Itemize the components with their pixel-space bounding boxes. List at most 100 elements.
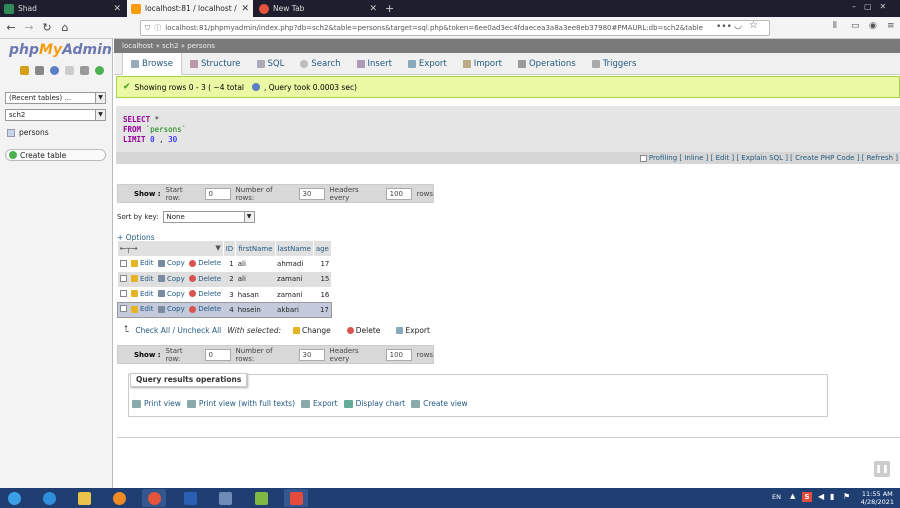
taskbar-ie[interactable] <box>37 489 61 507</box>
edit-link[interactable]: Edit <box>131 275 154 283</box>
copy-link[interactable]: Copy <box>158 259 185 267</box>
edit-link[interactable]: Edit <box>131 290 154 298</box>
show-hidden-icons-icon[interactable]: ▲ <box>790 492 795 500</box>
tab-browse[interactable]: Browse <box>122 52 182 75</box>
refresh-icon[interactable] <box>95 66 104 75</box>
start-button[interactable] <box>2 489 26 507</box>
row-checkbox[interactable] <box>120 304 127 312</box>
window-controls-icon[interactable]: –▢✕ <box>852 2 894 11</box>
profiling-checkbox[interactable] <box>639 154 647 162</box>
copy-link[interactable]: Copy <box>158 290 185 298</box>
sidebar-toggle-icon[interactable]: ▭ <box>851 21 860 31</box>
cell-firstname[interactable]: ali <box>235 256 276 272</box>
help-icon[interactable] <box>252 83 260 91</box>
cell-firstname[interactable]: hasan <box>235 287 276 303</box>
column-header-age[interactable]: age <box>313 241 332 257</box>
menu-icon[interactable]: ≡ <box>887 21 895 31</box>
display-chart-link[interactable]: Display chart <box>343 399 405 408</box>
bookmark-star-icon[interactable]: ☆ <box>749 20 758 31</box>
speaker-icon[interactable]: ◀ <box>818 492 824 501</box>
new-tab-plus-icon[interactable]: + <box>385 2 394 15</box>
taskbar-explorer[interactable] <box>72 489 96 507</box>
cell-age[interactable]: 17 <box>313 302 332 318</box>
network-icon[interactable]: ▮ <box>830 492 834 501</box>
logout-icon[interactable] <box>35 66 44 75</box>
headers-every-input[interactable]: 100 <box>385 187 412 200</box>
taskbar-app[interactable] <box>213 489 237 507</box>
database-select[interactable]: sch2 ▼ <box>5 109 106 121</box>
delete-link[interactable]: Delete <box>189 275 221 283</box>
back-arrow-icon[interactable]: ← <box>3 20 19 36</box>
row-checkbox[interactable] <box>119 290 127 298</box>
clock[interactable]: 11:55 AM 4/28/2021 <box>861 490 894 506</box>
edit-link[interactable]: Edit <box>131 259 154 267</box>
export-selected-button[interactable]: Export <box>396 326 430 335</box>
account-icon[interactable]: ◉ <box>869 21 877 31</box>
recent-tables-select[interactable]: (Recent tables) ... ▼ <box>5 92 106 104</box>
cell-id[interactable]: 4 <box>223 302 236 318</box>
export-link[interactable]: Export <box>301 399 338 408</box>
cell-id[interactable]: 2 <box>223 271 236 288</box>
language-indicator[interactable]: EN <box>772 493 781 501</box>
pocket-icon[interactable]: ◡ <box>734 21 742 31</box>
check-all-link[interactable]: Check All / Uncheck All <box>135 326 221 335</box>
shad-tray-icon[interactable]: S <box>802 492 812 502</box>
column-header-firstname[interactable]: firstName <box>235 241 276 257</box>
number-of-rows-input[interactable]: 30 <box>298 187 325 200</box>
cell-lastname[interactable]: zamani <box>275 287 314 303</box>
copy-link[interactable]: Copy <box>158 304 185 315</box>
tab-structure[interactable]: Structure <box>182 53 249 75</box>
create-table-button[interactable]: Create table <box>5 149 106 161</box>
close-tab-icon[interactable]: ✕ <box>113 4 121 14</box>
cell-age[interactable]: 15 <box>313 271 332 288</box>
arrow-right-icon[interactable]: → <box>131 244 138 253</box>
create-view-link[interactable]: Create view <box>411 399 468 408</box>
sort-triangle-icon[interactable]: ▼ <box>215 244 220 252</box>
show-label[interactable]: Show : <box>134 351 161 359</box>
cell-id[interactable]: 3 <box>223 287 236 303</box>
flag-icon[interactable]: ⚑ <box>843 492 850 501</box>
copy-link[interactable]: Copy <box>158 275 185 283</box>
cell-firstname[interactable]: ali <box>235 271 276 288</box>
docs-icon[interactable] <box>65 66 74 75</box>
tab-phpmyadmin[interactable]: localhost:81 / localhost / sch2 ✕ <box>127 0 253 17</box>
home-icon[interactable]: ⌂ <box>57 20 73 36</box>
cell-id[interactable]: 1 <box>223 256 236 272</box>
row-checkbox[interactable] <box>119 274 127 282</box>
column-header-id[interactable]: ID <box>223 241 237 257</box>
cell-age[interactable]: 17 <box>313 256 332 272</box>
tab-sql[interactable]: SQL <box>249 53 293 75</box>
tab-export[interactable]: Export <box>400 53 455 75</box>
cell-lastname[interactable]: akbari <box>275 302 314 318</box>
edit-link[interactable]: Edit <box>131 304 154 315</box>
page-actions-icon[interactable]: ••• <box>716 22 732 32</box>
sql-query-box[interactable]: SELECT * FROM `persons` LIMIT 0 , 30 <box>116 106 900 152</box>
tab-insert[interactable]: Insert <box>349 53 400 75</box>
print-view-full-link[interactable]: Print view (with full texts) <box>186 399 295 408</box>
delete-link[interactable]: Delete <box>189 304 221 315</box>
settings-gear-icon[interactable] <box>80 66 89 75</box>
tab-shad[interactable]: Shad ✕ <box>0 0 125 17</box>
phpmyadmin-logo[interactable]: phpMyAdmin <box>9 42 112 58</box>
row-checkbox[interactable] <box>119 259 127 267</box>
change-button[interactable]: Change <box>293 326 331 335</box>
taskbar-notepad[interactable] <box>249 489 273 507</box>
help-icon[interactable] <box>50 66 59 75</box>
headers-every-input[interactable]: 100 <box>385 348 412 361</box>
pause-icon[interactable]: ❚❚ <box>874 461 890 477</box>
cell-age[interactable]: 16 <box>313 287 332 303</box>
library-icon[interactable]: ⫴ <box>833 21 837 31</box>
print-view-link[interactable]: Print view <box>132 399 181 408</box>
number-of-rows-input[interactable]: 30 <box>298 348 325 361</box>
close-tab-icon[interactable]: ✕ <box>241 4 249 14</box>
cell-firstname[interactable]: hosein <box>235 302 276 318</box>
taskbar-media[interactable] <box>107 489 131 507</box>
forward-arrow-icon[interactable]: → <box>21 20 37 36</box>
tab-triggers[interactable]: Triggers <box>584 53 645 75</box>
tab-operations[interactable]: Operations <box>510 53 584 75</box>
start-row-input[interactable]: 0 <box>204 348 231 361</box>
sql-action-links[interactable]: Profiling [ Inline ] [ Edit ] [ Explain … <box>116 152 900 164</box>
column-header-lastname[interactable]: lastName <box>275 241 314 257</box>
tab-import[interactable]: Import <box>455 53 510 75</box>
taskbar-shad[interactable] <box>284 489 308 507</box>
